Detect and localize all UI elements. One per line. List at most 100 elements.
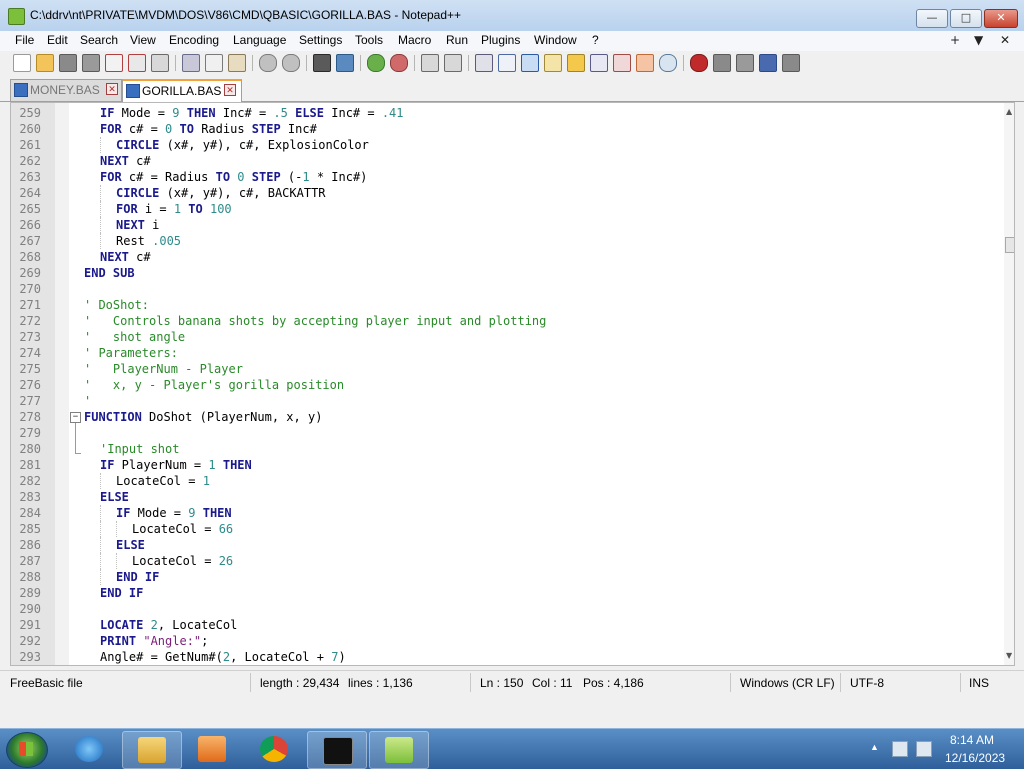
code-line[interactable]: 283 ELSE (11, 489, 1001, 505)
menu-run[interactable]: Run (446, 33, 468, 47)
fold-toggle-icon[interactable]: − (70, 412, 81, 423)
stop-recording-icon[interactable] (713, 54, 731, 72)
scroll-down-icon[interactable]: ▼ (1006, 651, 1012, 660)
eol-status[interactable]: Windows (CR LF) (740, 676, 835, 690)
menu-macro[interactable]: Macro (398, 33, 431, 47)
menu-search[interactable]: Search (80, 33, 118, 47)
code-line[interactable]: 280 'Input shot (11, 441, 1001, 457)
code-line[interactable]: 261 CIRCLE (x#, y#), c#, ExplosionColor (11, 137, 1001, 153)
media-player-button[interactable] (183, 731, 241, 767)
indent-guide-icon[interactable] (521, 54, 539, 72)
close-icon[interactable] (105, 54, 123, 72)
code-line[interactable]: 288 END IF (11, 569, 1001, 585)
maximize-button[interactable]: □ (950, 9, 982, 28)
code-line[interactable]: 287 LocateCol = 26 (11, 553, 1001, 569)
user-defined-language-icon[interactable] (544, 54, 562, 72)
command-prompt-button[interactable] (307, 731, 367, 769)
menu-window[interactable]: Window (534, 33, 577, 47)
code-line[interactable]: 292 PRINT "Angle:"; (11, 633, 1001, 649)
word-wrap-icon[interactable] (475, 54, 493, 72)
code-line[interactable]: 293 Angle# = GetNum#(2, LocateCol + 7) (11, 649, 1001, 665)
menu-help[interactable]: ? (592, 33, 599, 47)
menu-language[interactable]: Language (233, 33, 286, 47)
code-line[interactable]: 265 FOR i = 1 TO 100 (11, 201, 1001, 217)
close-all-icon[interactable] (128, 54, 146, 72)
menu-view[interactable]: View (130, 33, 156, 47)
zoom-in-icon[interactable] (367, 54, 385, 72)
vertical-scrollbar[interactable]: ▲ ▼ (1004, 103, 1014, 665)
code-line[interactable]: 264 CIRCLE (x#, y#), c#, BACKATTR (11, 185, 1001, 201)
playback-macro-icon[interactable] (736, 54, 754, 72)
sync-vertical-icon[interactable] (421, 54, 439, 72)
tab-gorilla-bas[interactable]: GORILLA.BAS ✕ (122, 79, 242, 102)
code-line[interactable]: 270 (11, 281, 1001, 297)
scrollbar-thumb[interactable] (1005, 237, 1014, 253)
open-file-icon[interactable] (36, 54, 54, 72)
function-list-icon[interactable] (590, 54, 608, 72)
code-line[interactable]: 271 ' DoShot: (11, 297, 1001, 313)
menu-tools[interactable]: Tools (355, 33, 383, 47)
code-editor[interactable]: 259 IF Mode = 9 THEN Inc# = .5 ELSE Inc# … (10, 102, 1015, 666)
file-explorer-button[interactable] (122, 731, 182, 769)
code-line[interactable]: 259 IF Mode = 9 THEN Inc# = .5 ELSE Inc# … (11, 105, 1001, 121)
code-line[interactable]: 275 ' PlayerNum - Player (11, 361, 1001, 377)
code-line[interactable]: 286 ELSE (11, 537, 1001, 553)
run-macro-multiple-icon[interactable] (759, 54, 777, 72)
code-line[interactable]: 276 ' x, y - Player's gorilla position (11, 377, 1001, 393)
close-button[interactable]: ✕ (984, 9, 1018, 28)
code-line[interactable]: 277 ' (11, 393, 1001, 409)
volume-muted-icon[interactable] (916, 741, 932, 757)
code-line[interactable]: 290 (11, 601, 1001, 617)
document-map-icon[interactable] (567, 54, 585, 72)
sync-horizontal-icon[interactable] (444, 54, 462, 72)
code-line[interactable]: 289 END IF (11, 585, 1001, 601)
code-line[interactable]: 278 FUNCTION DoShot (PlayerNum, x, y) − (11, 409, 1001, 454)
menu-file[interactable]: File (15, 33, 34, 47)
menu-settings[interactable]: Settings (299, 33, 342, 47)
scroll-up-icon[interactable]: ▲ (1006, 107, 1012, 116)
code-line[interactable]: 272 ' Controls banana shots by accepting … (11, 313, 1001, 329)
redo-icon[interactable] (282, 54, 300, 72)
folder-as-workspace-icon[interactable] (613, 54, 631, 72)
tab-list-icon[interactable]: ▼ (974, 33, 983, 47)
code-line[interactable]: 266 NEXT i (11, 217, 1001, 233)
code-line[interactable]: 268 NEXT c# (11, 249, 1001, 265)
code-line[interactable]: 273 ' shot angle (11, 329, 1001, 345)
insert-mode-status[interactable]: INS (969, 676, 989, 690)
show-all-chars-icon[interactable] (498, 54, 516, 72)
clock-date[interactable]: 12/16/2023 (945, 751, 1005, 765)
replace-icon[interactable] (336, 54, 354, 72)
code-line[interactable]: 267 Rest .005 (11, 233, 1001, 249)
code-line[interactable]: 291 LOCATE 2, LocateCol (11, 617, 1001, 633)
code-line[interactable]: 262 NEXT c# (11, 153, 1001, 169)
menu-plugins[interactable]: Plugins (481, 33, 520, 47)
start-button[interactable] (6, 732, 48, 768)
code-line[interactable]: 260 FOR c# = 0 TO Radius STEP Inc# (11, 121, 1001, 137)
internet-explorer-button[interactable] (60, 731, 118, 767)
minimize-button[interactable]: — (916, 9, 948, 28)
save-all-icon[interactable] (82, 54, 100, 72)
find-icon[interactable] (313, 54, 331, 72)
copy-icon[interactable] (205, 54, 223, 72)
record-macro-icon[interactable] (690, 54, 708, 72)
chrome-button[interactable] (245, 731, 303, 767)
new-file-icon[interactable] (13, 54, 31, 72)
save-macro-icon[interactable] (782, 54, 800, 72)
encoding-status[interactable]: UTF-8 (850, 676, 884, 690)
eye-icon[interactable] (659, 54, 677, 72)
print-icon[interactable] (151, 54, 169, 72)
tab-close-icon[interactable]: ✕ (106, 83, 118, 95)
tab-close-icon[interactable]: ✕ (224, 84, 236, 96)
paste-icon[interactable] (228, 54, 246, 72)
clock-time[interactable]: 8:14 AM (950, 733, 994, 747)
close-document-icon[interactable]: ✕ (1000, 33, 1010, 47)
save-icon[interactable] (59, 54, 77, 72)
code-line[interactable]: 281 IF PlayerNum = 1 THEN (11, 457, 1001, 473)
code-line[interactable]: 282 LocateCol = 1 (11, 473, 1001, 489)
tab-money-bas[interactable]: MONEY.BAS ✕ (10, 79, 122, 101)
zoom-out-icon[interactable] (390, 54, 408, 72)
new-tab-icon[interactable]: + (950, 33, 960, 47)
monitoring-icon[interactable] (636, 54, 654, 72)
code-line[interactable]: 284 IF Mode = 9 THEN (11, 505, 1001, 521)
show-hidden-icons-icon[interactable]: ▲ (870, 742, 879, 752)
